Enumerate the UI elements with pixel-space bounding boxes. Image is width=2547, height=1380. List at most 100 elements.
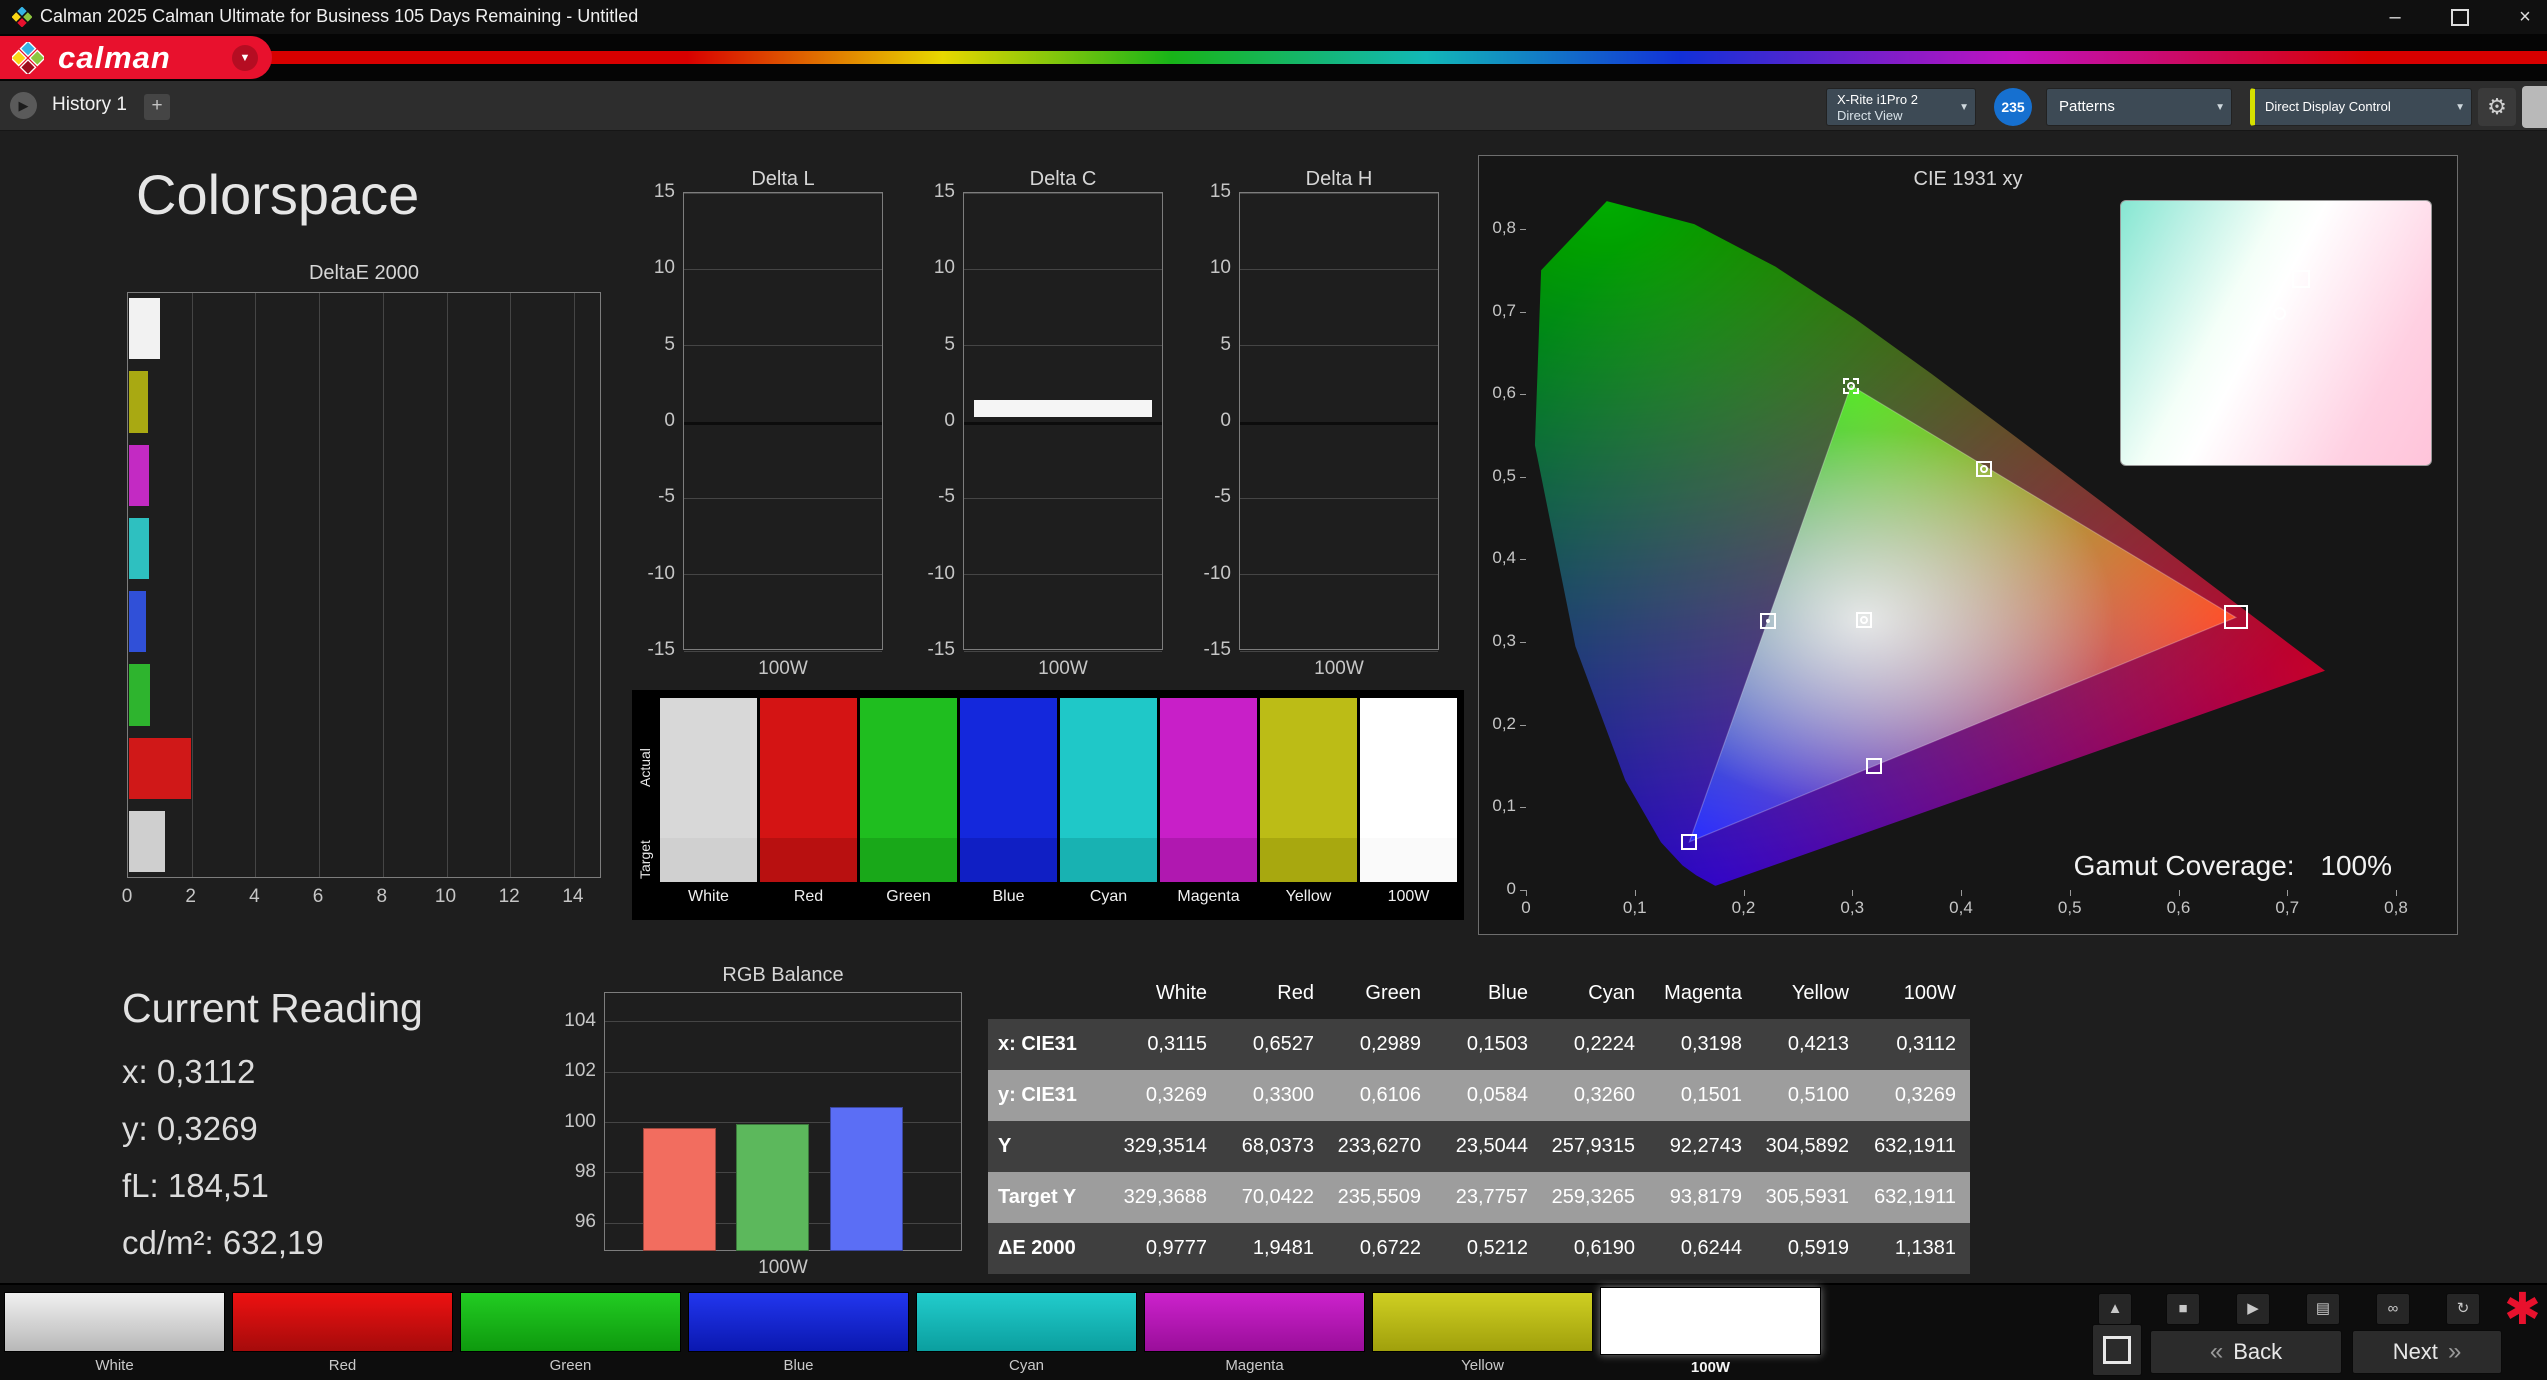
- link-button[interactable]: ∞: [2376, 1293, 2410, 1325]
- settings-button[interactable]: ⚙: [2478, 88, 2516, 126]
- pattern-button-red[interactable]: Red: [232, 1285, 453, 1380]
- table-cell: 93,8179: [1669, 1186, 1742, 1208]
- table-cell: 0,5919: [1787, 1237, 1849, 1259]
- close-button[interactable]: ×: [2505, 2, 2545, 32]
- table-header-cell: Magenta: [1664, 981, 1742, 1004]
- collapse-controls-button[interactable]: ▲: [2098, 1293, 2132, 1325]
- pattern-swatch-active: [1600, 1287, 1821, 1355]
- tab-history-1[interactable]: History 1: [52, 94, 127, 116]
- swatch-column-label: 100W: [1387, 888, 1430, 905]
- white-point-zoom-inset: [2120, 200, 2432, 466]
- delta-c-plot-y-tick-label: -15: [927, 639, 955, 660]
- play-button[interactable]: ▶: [2236, 1293, 2270, 1325]
- actual-target-swatch-grid: Actual Target White Red Green Blue Cyan Magenta…: [632, 690, 1464, 920]
- chevron-left-icon: «: [2209, 1338, 2224, 1365]
- deltae-gridline: [446, 293, 448, 877]
- calman-logo-badge[interactable]: calman ▼: [0, 36, 272, 79]
- pattern-button-magenta[interactable]: Magenta: [1144, 1285, 1365, 1380]
- brand-menu-dropdown[interactable]: ▼: [232, 45, 258, 71]
- deltae-bar-blue: [129, 591, 146, 653]
- delta-h-plot-gridline: [1240, 497, 1438, 499]
- cie-y-tick-label: 0: [1506, 878, 1516, 898]
- table-cell: 0,5100: [1787, 1084, 1849, 1106]
- cie-x-tick-mark: [1634, 890, 1636, 896]
- page-title: Colorspace: [136, 163, 420, 226]
- cie-y-tick-label: 0,6: [1492, 383, 1516, 403]
- pattern-button-blue[interactable]: Blue: [688, 1285, 909, 1380]
- meter-mode: Direct View: [1837, 108, 1903, 123]
- swatch-target-cyan: [1060, 838, 1157, 882]
- delta-l-plot-gridline: [684, 650, 882, 652]
- display-control-dropdown[interactable]: Direct Display Control ▼: [2250, 88, 2472, 126]
- stop-button[interactable]: ■: [2166, 1293, 2200, 1325]
- add-tab-button[interactable]: +: [144, 94, 170, 120]
- table-cell: 0,3112: [1896, 1033, 1956, 1055]
- delta-l-plot-gridline: [684, 574, 882, 576]
- maximize-icon: [2451, 9, 2469, 26]
- cie-y-tick-mark: [1520, 394, 1526, 396]
- table-cell: 0,2989: [1359, 1033, 1421, 1055]
- save-icon: ▤: [2315, 1300, 2331, 1317]
- pattern-label: 100W: [1690, 1359, 1731, 1376]
- save-button[interactable]: ▤: [2306, 1293, 2340, 1325]
- chevron-down-icon: ▼: [2455, 102, 2465, 113]
- pattern-button-cyan[interactable]: Cyan: [916, 1285, 1137, 1380]
- cie-y-tick-mark: [1520, 559, 1526, 561]
- delta-h-plot-y-tick-label: -15: [1203, 639, 1231, 660]
- delta-h-plot-y-tick-label: 5: [1220, 333, 1231, 355]
- delta-l-plot-gridline: [684, 421, 882, 425]
- pattern-button-green[interactable]: Green: [460, 1285, 681, 1380]
- cie-x-tick-label: 0,4: [1949, 898, 1973, 917]
- cie-x-tick-mark: [2069, 890, 2071, 896]
- delta-h-plot-y-tick-label: -10: [1203, 562, 1231, 584]
- table-cell: 0,3115: [1147, 1033, 1207, 1055]
- deltae-chart: [127, 292, 601, 878]
- gamut-coverage-readout: Gamut Coverage: 100%: [2000, 850, 2392, 882]
- maximize-button[interactable]: [2440, 2, 2480, 32]
- table-cell: 329,3514: [1123, 1135, 1207, 1157]
- history-panel-toggle[interactable]: ▶: [10, 92, 37, 119]
- cie-x-tick-mark: [2178, 890, 2180, 896]
- cie-y-tick-label: 0,2: [1492, 713, 1516, 733]
- back-button[interactable]: « Back: [2150, 1330, 2342, 1374]
- deltae-bar-yellow: [129, 371, 148, 433]
- deltae-x-tick-label: 0: [121, 886, 133, 907]
- swatch-column-label: Magenta: [1177, 888, 1240, 905]
- swatch-column-label: Red: [793, 888, 824, 905]
- patterns-label: Patterns: [2059, 98, 2115, 115]
- table-header-cell: Green: [1365, 981, 1421, 1004]
- pattern-button-white[interactable]: White: [4, 1285, 225, 1380]
- swatch-actual-green: [860, 698, 957, 838]
- delta-c-plot-gridline: [964, 268, 1162, 270]
- table-cell: 259,3265: [1551, 1186, 1635, 1208]
- deltae-x-tick-label: 8: [376, 886, 388, 907]
- cie-y-tick-mark: [1520, 807, 1526, 809]
- deltae-gridline: [255, 293, 257, 877]
- cie-marker-red-primary: [2223, 605, 2248, 630]
- rainbow-stripe: [0, 51, 2547, 64]
- patterns-dropdown[interactable]: Patterns ▼: [2046, 88, 2232, 126]
- delta-c-plot-gridline: [964, 345, 1162, 347]
- delta-l-plot-gridline: [684, 268, 882, 270]
- cie-x-tick-mark: [1852, 890, 1854, 896]
- cie-y-tick-label: 0,8: [1492, 218, 1516, 237]
- refresh-button[interactable]: ↻: [2446, 1293, 2480, 1325]
- delta-c-plot-x-label: 100W: [1038, 658, 1088, 679]
- delta-l-plot-y-tick-label: 5: [664, 333, 675, 355]
- table-row-y: Y 329,3514 68,0373 233,6270 23,5044 257,9315 9…: [988, 1121, 1970, 1172]
- rgb-bar-green: [736, 1123, 809, 1251]
- cie-x-tick-mark: [2396, 890, 2397, 896]
- refresh-icon: ↻: [2456, 1300, 2470, 1317]
- pattern-button-yellow[interactable]: Yellow: [1372, 1285, 1593, 1380]
- minimize-button[interactable]: –: [2375, 2, 2415, 32]
- meter-dropdown[interactable]: X-Rite i1Pro 2 Direct View ▼: [1826, 88, 1976, 126]
- table-cell: 0,0584: [1466, 1084, 1528, 1106]
- layout-view-button[interactable]: [2092, 1324, 2142, 1376]
- next-button[interactable]: Next »: [2352, 1330, 2502, 1374]
- current-reading-y: y: 0,3269: [122, 1110, 258, 1147]
- pattern-button-100w[interactable]: 100W: [1600, 1285, 1821, 1380]
- table-cell: 257,9315: [1551, 1135, 1635, 1157]
- current-reading-x: x: 0,3112: [122, 1053, 256, 1090]
- cie-marker-white-point: [1856, 611, 1873, 628]
- panel-collapse-handle[interactable]: [2522, 86, 2547, 128]
